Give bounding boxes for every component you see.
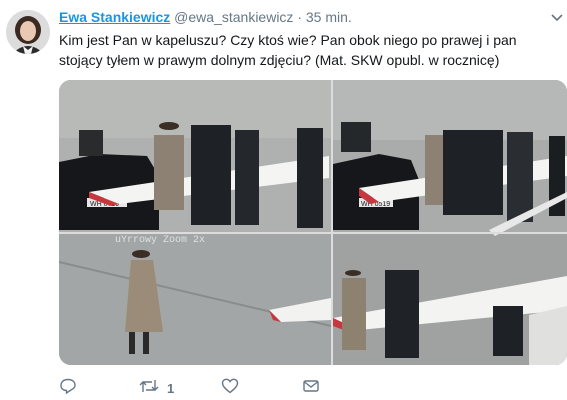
like-button[interactable] — [221, 378, 247, 398]
tweet-actions: 1 — [59, 378, 549, 398]
separator-dot: · — [297, 9, 302, 25]
tweet: Ewa Stankiewicz @ewa_stankiewicz · 35 mi… — [0, 0, 567, 400]
direct-message-button[interactable] — [302, 378, 320, 398]
retweet-button[interactable]: 1 — [139, 378, 174, 398]
timestamp[interactable]: 35 min. — [306, 9, 352, 25]
tweet-text: Kim jest Pan w kapeluszu? Czy ktoś wie? … — [59, 32, 517, 68]
chevron-down-icon[interactable] — [551, 10, 563, 28]
photo-panel-top-left: WH 0719 — [59, 80, 331, 232]
direct-message-icon — [302, 377, 320, 400]
video-overlay-text: uYrrowy Zoom 2x — [115, 235, 205, 246]
reply-icon — [59, 377, 77, 400]
tweet-media-photo[interactable]: WH 0719 WH 0519 uYrrowy Zoom 2x — [59, 80, 567, 365]
retweet-count: 1 — [167, 380, 175, 396]
display-name[interactable]: Ewa Stankiewicz — [59, 9, 170, 25]
reply-button[interactable] — [59, 378, 85, 398]
like-icon — [221, 377, 239, 400]
photo-panel-bottom-left: uYrrowy Zoom 2x — [59, 234, 332, 365]
retweet-icon — [139, 377, 159, 400]
user-handle[interactable]: @ewa_stankiewicz — [174, 9, 293, 25]
avatar[interactable] — [6, 10, 50, 54]
tweet-header: Ewa Stankiewicz @ewa_stankiewicz · 35 mi… — [59, 9, 352, 25]
